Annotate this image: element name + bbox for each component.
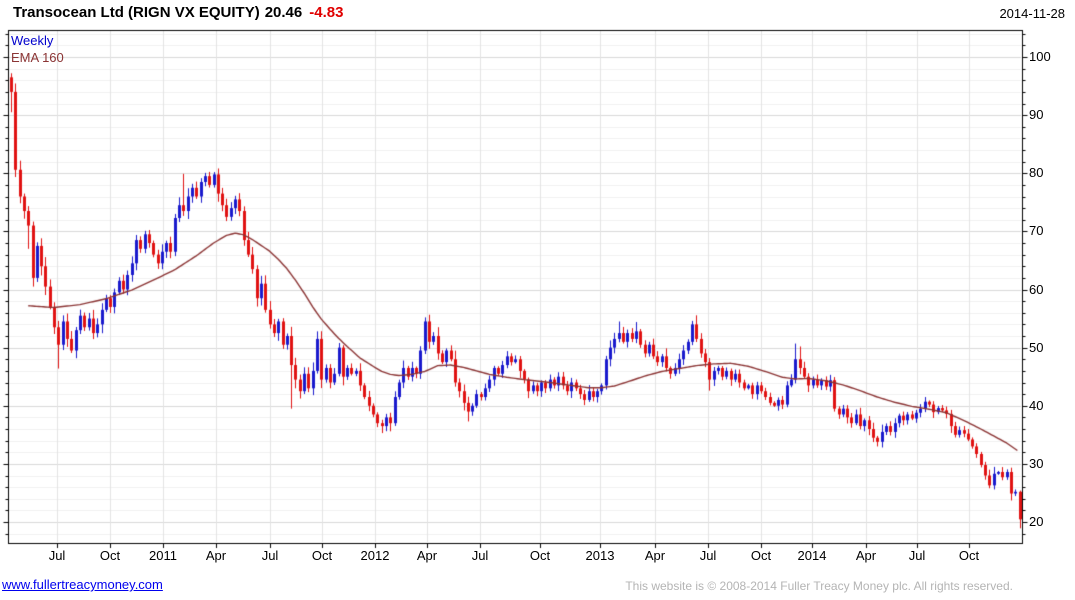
chart-window: Transocean Ltd (RIGN VX EQUITY) 20.46 -4.8… xyxy=(0,0,1075,600)
x-axis-label: Jul xyxy=(261,548,279,563)
price-change: -4.83 xyxy=(309,4,344,21)
x-axis-label: Oct xyxy=(958,548,980,563)
x-axis-label: 2011 xyxy=(149,548,177,563)
x-axis-label: 2013 xyxy=(585,548,615,563)
x-axis-label: Jul xyxy=(908,548,926,563)
y-axis-label: 20 xyxy=(1029,514,1044,529)
x-axis-label: Oct xyxy=(750,548,772,563)
x-axis-label: 2012 xyxy=(360,548,390,563)
x-axis-label: Jul xyxy=(699,548,717,563)
legend-ema-label: EMA 160 xyxy=(11,50,64,65)
x-axis-label: Jul xyxy=(471,548,489,563)
x-axis-label: Apr xyxy=(416,548,438,563)
instrument-title: Transocean Ltd (RIGN VX EQUITY) xyxy=(13,4,260,21)
y-axis-label: 90 xyxy=(1029,107,1044,122)
x-axis-label: Apr xyxy=(205,548,227,563)
copyright-text: This website is © 2008-2014 Fuller Treac… xyxy=(625,579,1013,593)
x-axis-label: Oct xyxy=(99,548,121,563)
chart-title: Transocean Ltd (RIGN VX EQUITY) 20.46 -4.8… xyxy=(13,4,343,21)
x-axis-label: Apr xyxy=(855,548,877,563)
website-link[interactable]: www.fullertreacymoney.com xyxy=(2,577,163,592)
price-chart-canvas xyxy=(0,0,1075,600)
y-axis-label: 30 xyxy=(1029,456,1044,471)
y-axis-label: 40 xyxy=(1029,398,1044,413)
x-axis-label: Oct xyxy=(529,548,551,563)
y-axis-label: 60 xyxy=(1029,282,1044,297)
y-axis-label: 100 xyxy=(1029,49,1051,64)
y-axis-label: 70 xyxy=(1029,223,1044,238)
legend-frequency: Weekly xyxy=(11,33,54,48)
x-axis-label: Oct xyxy=(311,548,333,563)
y-axis-label: 50 xyxy=(1029,340,1044,355)
last-price: 20.46 xyxy=(264,4,303,21)
x-axis-label: Jul xyxy=(48,548,66,563)
x-axis-label: 2014 xyxy=(797,548,827,563)
x-axis-label: Apr xyxy=(644,548,666,563)
y-axis-label: 80 xyxy=(1029,165,1044,180)
chart-date: 2014-11-28 xyxy=(999,6,1065,21)
